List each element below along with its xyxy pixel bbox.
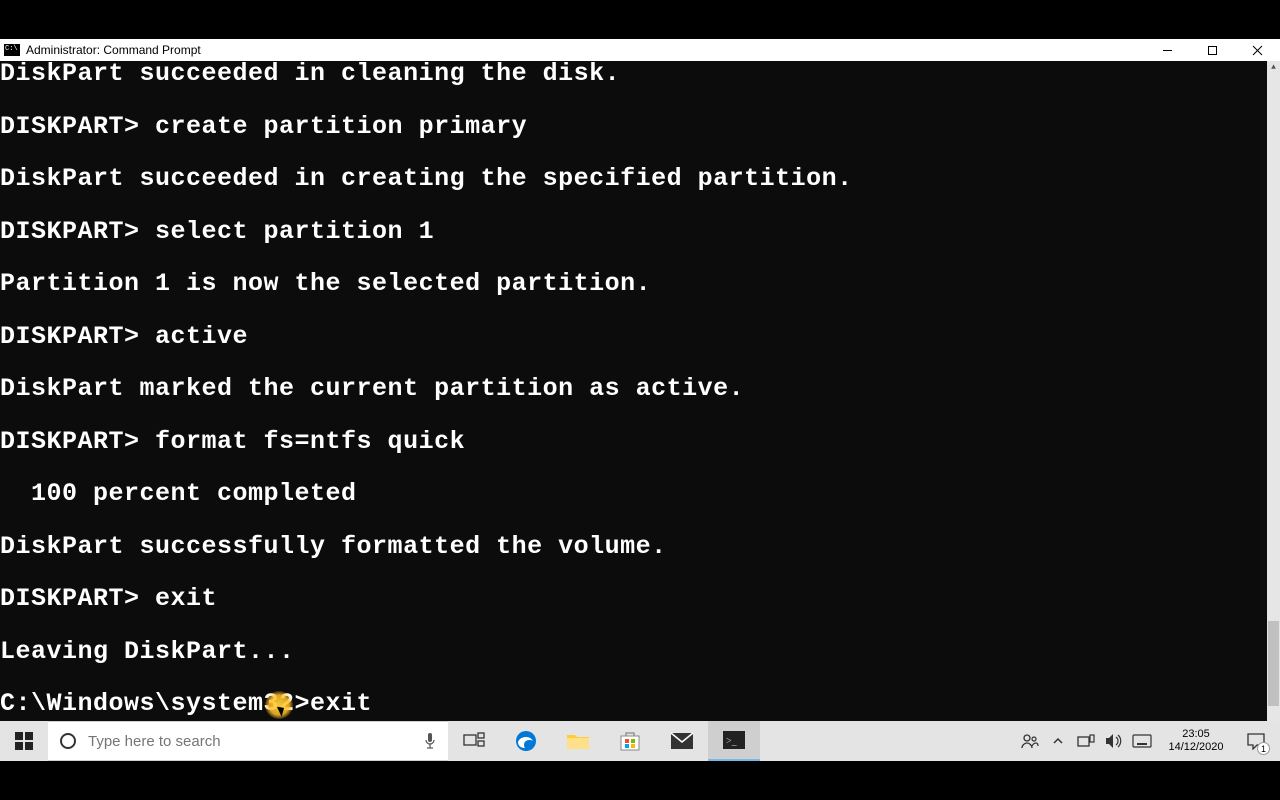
mail-icon xyxy=(670,732,694,750)
terminal-line xyxy=(0,455,1267,481)
network-icon[interactable] xyxy=(1072,721,1100,761)
terminal-line: DiskPart successfully formatted the volu… xyxy=(0,534,1267,560)
task-view-button[interactable] xyxy=(448,721,500,761)
terminal-line: DISKPART> select partition 1 xyxy=(0,219,1267,245)
microsoft-store-button[interactable] xyxy=(604,721,656,761)
letterbox-top xyxy=(0,0,1280,39)
speaker-icon xyxy=(1105,733,1123,749)
window-title: Administrator: Command Prompt xyxy=(26,43,201,57)
cmd-icon: >_ xyxy=(722,730,746,750)
start-button[interactable] xyxy=(0,721,48,761)
terminal-line: DISKPART> active xyxy=(0,324,1267,350)
command-prompt-taskbar-button[interactable]: >_ xyxy=(708,721,760,761)
task-view-icon xyxy=(463,732,485,750)
terminal-line xyxy=(0,665,1267,691)
taskbar-search[interactable] xyxy=(48,721,448,761)
terminal-line: Partition 1 is now the selected partitio… xyxy=(0,271,1267,297)
terminal-output[interactable]: DiskPart succeeded in cleaning the disk.… xyxy=(0,61,1267,721)
close-icon xyxy=(1252,45,1263,56)
terminal-line: DISKPART> format fs=ntfs quick xyxy=(0,429,1267,455)
terminal-line: DiskPart marked the current partition as… xyxy=(0,376,1267,402)
terminal-line: DiskPart succeeded in creating the speci… xyxy=(0,166,1267,192)
letterbox-bottom xyxy=(0,761,1280,800)
cortana-icon[interactable] xyxy=(48,731,88,751)
chevron-up-icon xyxy=(1052,735,1064,747)
people-icon xyxy=(1021,732,1039,750)
titlebar[interactable]: Administrator: Command Prompt xyxy=(0,39,1280,61)
terminal-line: DiskPart succeeded in cleaning the disk. xyxy=(0,61,1267,87)
minimize-icon xyxy=(1162,45,1173,56)
taskbar-pinned: >_ xyxy=(448,721,760,761)
minimize-button[interactable] xyxy=(1145,39,1190,61)
terminal-line: 100 percent completed xyxy=(0,481,1267,507)
store-icon xyxy=(619,730,641,752)
maximize-button[interactable] xyxy=(1190,39,1235,61)
scrollbar-vertical[interactable]: ▲ xyxy=(1267,61,1280,721)
system-tray: 23:05 14/12/2020 1 xyxy=(1016,721,1280,761)
keyboard-icon xyxy=(1132,734,1152,748)
svg-text:>_: >_ xyxy=(726,736,738,747)
terminal-line xyxy=(0,87,1267,113)
volume-icon[interactable] xyxy=(1100,721,1128,761)
terminal-line xyxy=(0,350,1267,376)
cmd-app-icon xyxy=(4,44,20,56)
terminal-line xyxy=(0,402,1267,428)
terminal-line xyxy=(0,140,1267,166)
notification-badge: 1 xyxy=(1257,742,1270,755)
file-explorer-button[interactable] xyxy=(552,721,604,761)
edge-icon xyxy=(514,729,538,753)
ethernet-icon xyxy=(1077,734,1095,748)
mail-button[interactable] xyxy=(656,721,708,761)
input-indicator[interactable] xyxy=(1128,721,1156,761)
terminal-line xyxy=(0,507,1267,533)
folder-icon xyxy=(566,731,590,751)
scrollbar-up-arrow-icon[interactable]: ▲ xyxy=(1267,61,1280,74)
close-button[interactable] xyxy=(1235,39,1280,61)
titlebar-buttons xyxy=(1145,39,1280,61)
terminal-line: DISKPART> create partition primary xyxy=(0,114,1267,140)
cortana-circle-icon xyxy=(58,731,78,751)
action-center-button[interactable]: 1 xyxy=(1236,721,1276,761)
terminal-line xyxy=(0,560,1267,586)
terminal-line: Leaving DiskPart... xyxy=(0,639,1267,665)
terminal-line xyxy=(0,612,1267,638)
terminal-line xyxy=(0,297,1267,323)
desktop: Administrator: Command Prompt TECH SOLUT… xyxy=(0,0,1280,800)
search-input[interactable] xyxy=(88,733,412,750)
people-button[interactable] xyxy=(1016,721,1044,761)
terminal-line xyxy=(0,192,1267,218)
terminal-line xyxy=(0,245,1267,271)
terminal-line: DISKPART> exit xyxy=(0,586,1267,612)
edge-browser-button[interactable] xyxy=(500,721,552,761)
tray-chevron[interactable] xyxy=(1044,721,1072,761)
command-prompt-window: Administrator: Command Prompt TECH SOLUT… xyxy=(0,39,1280,721)
maximize-icon xyxy=(1207,45,1218,56)
taskbar-clock[interactable]: 23:05 14/12/2020 xyxy=(1156,721,1236,761)
windows-logo-icon xyxy=(15,732,33,750)
clock-date: 14/12/2020 xyxy=(1168,741,1223,754)
taskbar: >_ 23:05 14/12/2020 xyxy=(0,721,1280,761)
search-mic-icon[interactable] xyxy=(412,732,448,750)
clock-time: 23:05 xyxy=(1182,728,1210,741)
mouse-cursor-highlight xyxy=(265,691,293,719)
scrollbar-thumb[interactable] xyxy=(1268,621,1279,706)
titlebar-left: Administrator: Command Prompt xyxy=(0,43,201,57)
terminal-line: C:\Windows\system32>exit xyxy=(0,691,1267,717)
